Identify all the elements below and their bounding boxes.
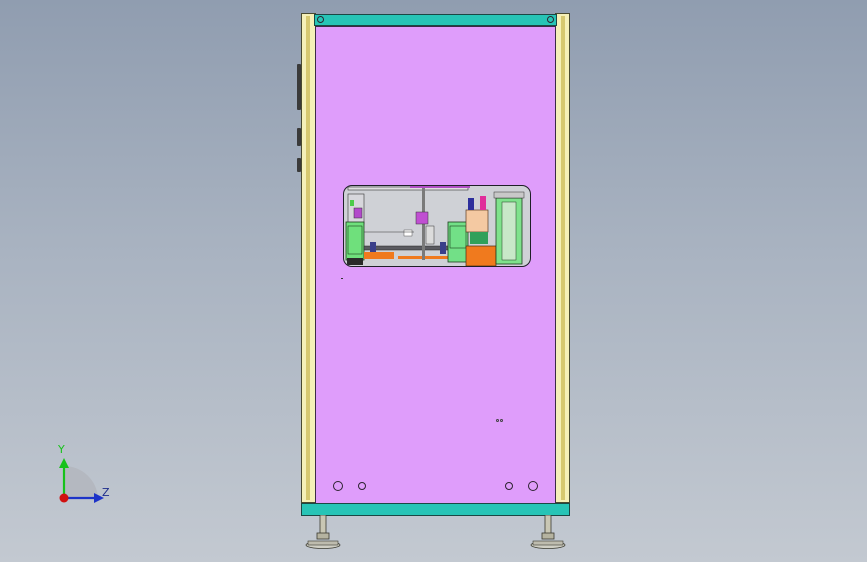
triad-z-label: Z <box>102 486 110 499</box>
top-rail-hole-left <box>317 16 324 23</box>
triad-y-label: Y <box>58 443 65 456</box>
inspection-window[interactable] <box>343 185 531 267</box>
top-rail-hole-right <box>547 16 554 23</box>
indicator-dot-left <box>496 419 499 422</box>
indicator-dot-right <box>500 419 503 422</box>
coordinate-triad[interactable]: Y Z <box>44 440 124 510</box>
coordinate-triad-icon <box>59 458 104 503</box>
right-post-stripe <box>561 16 565 500</box>
mounting-hole-icon <box>505 482 513 490</box>
left-post-stripe <box>306 16 310 500</box>
mounting-hole-icon <box>358 482 366 490</box>
leveling-foot-left <box>305 515 341 549</box>
mounting-hole-icon <box>333 481 343 491</box>
panel-mark <box>341 278 343 279</box>
leveling-foot-right <box>530 515 566 549</box>
3d-viewport[interactable]: Y Z <box>0 0 867 562</box>
internal-mechanism-drawing <box>345 186 525 266</box>
top-rail <box>314 14 557 26</box>
mounting-hole-icon <box>528 481 538 491</box>
